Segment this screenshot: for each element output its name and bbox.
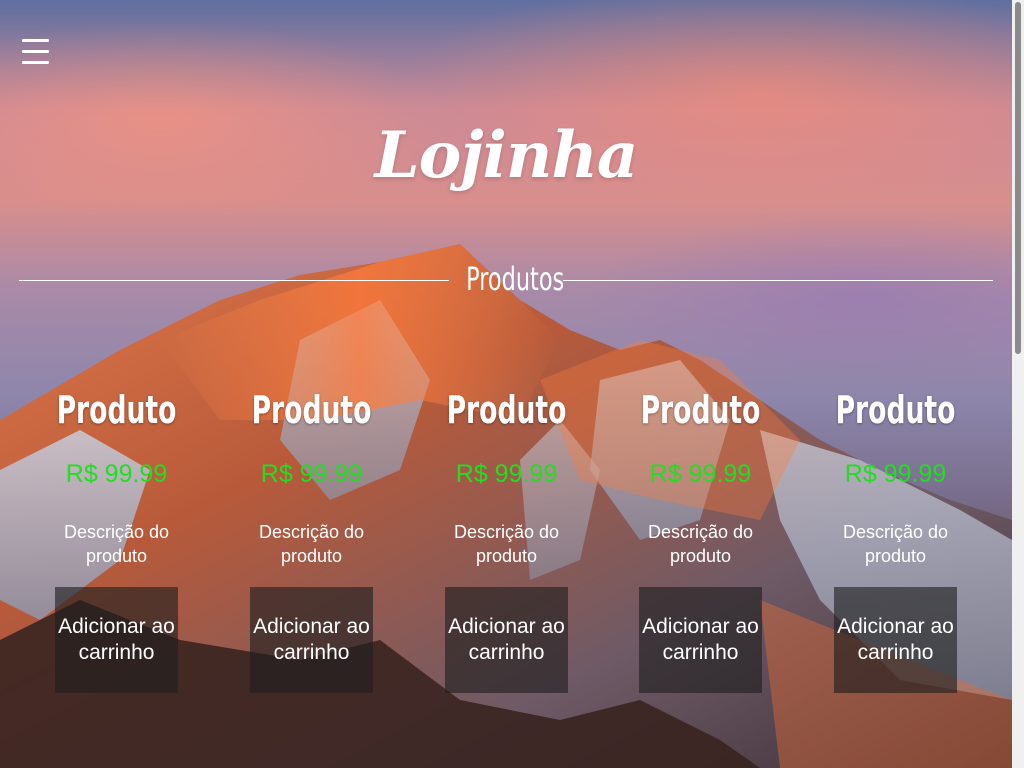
product-price: R$ 99.99 — [65, 460, 168, 488]
product-name: Produto — [640, 388, 761, 432]
product-name: Produto — [835, 388, 956, 432]
product-price: R$ 99.99 — [649, 460, 752, 488]
add-to-cart-button[interactable]: Adicionar ao carrinho — [445, 587, 568, 693]
product-card: Produto R$ 99.99 Descrição do produto Ad… — [214, 380, 409, 700]
scrollbar-thumb[interactable] — [1015, 2, 1021, 354]
product-price: R$ 99.99 — [844, 460, 947, 488]
add-to-cart-button[interactable]: Adicionar ao carrinho — [834, 587, 957, 693]
product-description: Descrição do produto — [842, 522, 949, 566]
product-description: Descrição do produto — [453, 522, 560, 566]
product-name: Produto — [251, 388, 372, 432]
product-grid: Produto R$ 99.99 Descrição do produto Ad… — [19, 380, 993, 710]
product-card: Produto R$ 99.99 Descrição do produto Ad… — [19, 380, 214, 700]
product-price: R$ 99.99 — [260, 460, 363, 488]
hamburger-menu-icon[interactable] — [22, 38, 49, 66]
add-to-cart-button[interactable]: Adicionar ao carrinho — [55, 587, 178, 693]
product-description: Descrição do produto — [647, 522, 754, 566]
page-scrollbar[interactable] — [1012, 0, 1024, 768]
product-description: Descrição do produto — [258, 522, 365, 566]
section-divider-left — [19, 280, 449, 281]
product-card: Produto R$ 99.99 Descrição do produto Ad… — [798, 380, 993, 700]
product-name: Produto — [446, 388, 567, 432]
add-to-cart-button[interactable]: Adicionar ao carrinho — [250, 587, 373, 693]
section-title: Produtos — [466, 260, 565, 298]
site-logo[interactable]: Lojinha — [0, 118, 1012, 193]
product-name: Produto — [56, 388, 177, 432]
section-divider-right — [563, 280, 993, 281]
section-header: Produtos — [19, 260, 993, 300]
product-description: Descrição do produto — [63, 522, 170, 566]
add-to-cart-button[interactable]: Adicionar ao carrinho — [639, 587, 762, 693]
product-card: Produto R$ 99.99 Descrição do produto Ad… — [409, 380, 604, 700]
product-card: Produto R$ 99.99 Descrição do produto Ad… — [603, 380, 798, 700]
product-price: R$ 99.99 — [455, 460, 558, 488]
